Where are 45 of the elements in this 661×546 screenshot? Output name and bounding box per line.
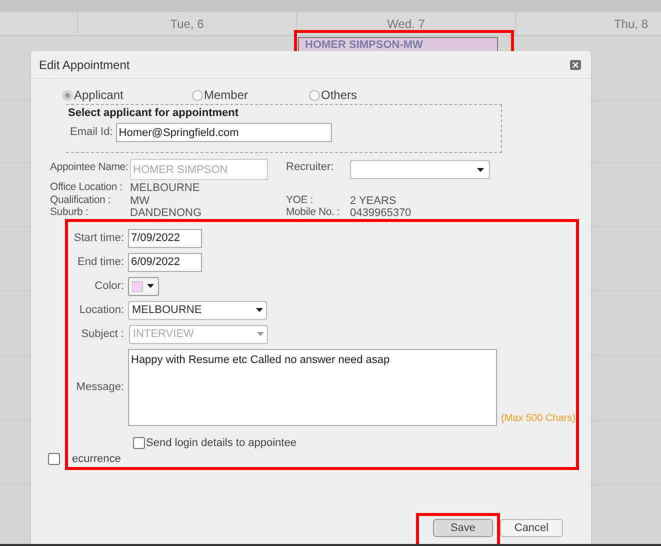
field-label: Message: xyxy=(75,380,125,395)
email-field[interactable]: Homer@Springfield.com xyxy=(116,123,332,142)
field-label: Email Id: xyxy=(70,125,113,140)
radio-option[interactable]: Others xyxy=(309,86,389,104)
info-value: 2 YEARS xyxy=(350,194,396,208)
dropdown-arrow-icon xyxy=(477,168,484,172)
color-picker[interactable] xyxy=(128,276,159,296)
dropdown-arrow-icon xyxy=(147,284,154,288)
checkbox-label: Send login details to appointee xyxy=(146,436,296,451)
dropdown-arrow-icon xyxy=(257,332,264,336)
field-label: End time: xyxy=(76,254,125,270)
message-field[interactable]: Happy with Resume etc Called no answer need asap xyxy=(128,348,497,426)
group-title: Select applicant for appointment xyxy=(68,107,240,119)
info-label: YOE : xyxy=(286,192,314,207)
day-header: Thu, 8 xyxy=(614,16,648,32)
field-label: Subject : xyxy=(80,326,125,342)
day-header: Tue, 6 xyxy=(170,16,204,32)
window-title: Edit Appointment xyxy=(39,56,130,74)
cancel-button[interactable]: Cancel xyxy=(500,518,563,536)
dropdown-arrow-icon xyxy=(256,308,263,312)
info-label: Office Location : xyxy=(50,180,124,195)
radio-option[interactable]: Applicant xyxy=(62,86,192,104)
info-value: 0439965370 xyxy=(350,206,412,221)
char-limit-hint: (Max 500 Chars) xyxy=(501,412,576,426)
field-label: Start time: xyxy=(72,230,125,246)
checkbox[interactable] xyxy=(133,437,145,449)
info-label: Mobile No. : xyxy=(286,205,341,220)
checkbox-label: ecurrence xyxy=(72,452,121,467)
field-label: Recruiter: xyxy=(286,160,335,175)
dropdown[interactable]: MELBOURNE xyxy=(128,300,267,320)
close-icon[interactable] xyxy=(570,60,581,70)
day-header: Wed. 7 xyxy=(387,16,425,32)
info-label: Qualification : xyxy=(50,192,112,207)
info-value: MELBOURNE xyxy=(130,181,201,196)
radio-option[interactable]: Member xyxy=(192,86,309,104)
field-label: Appointee Name: xyxy=(50,161,128,173)
save-button[interactable]: Save xyxy=(433,518,493,536)
info-label: Suburb : xyxy=(50,205,90,220)
date-field[interactable]: 6/09/2022 xyxy=(128,252,202,272)
info-value: MW xyxy=(130,194,151,208)
checkbox[interactable] xyxy=(48,453,60,465)
info-value: DANDENONG xyxy=(130,206,203,221)
field-label: Location: xyxy=(78,302,125,318)
field-label: Color: xyxy=(94,278,125,294)
date-field[interactable]: 7/09/2022 xyxy=(128,228,202,248)
